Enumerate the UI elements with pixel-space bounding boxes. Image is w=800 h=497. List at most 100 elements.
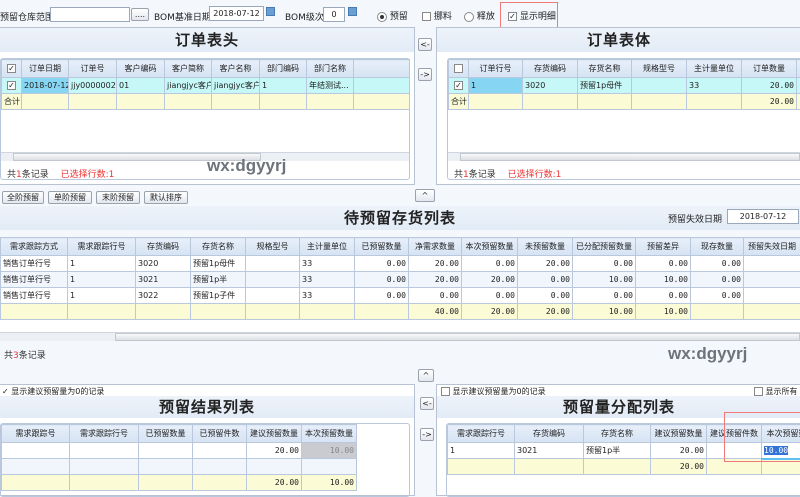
column-header[interactable]: 已预留件数 <box>193 425 247 443</box>
table-cell[interactable]: 20.00 <box>409 272 462 288</box>
select-all-checkbox[interactable]: ✓ <box>2 60 22 78</box>
table-cell[interactable]: 0.00 <box>355 256 409 272</box>
column-header[interactable]: 净需求数量 <box>409 238 462 256</box>
table-cell[interactable]: 0.00 <box>355 288 409 304</box>
table-row[interactable]: 销售订单行号13020预留1p母件330.0020.000.0020.000.0… <box>1 256 800 272</box>
table-cell[interactable]: 0.00 <box>573 288 636 304</box>
table-cell[interactable]: 预留1p母件 <box>578 78 632 94</box>
column-header[interactable]: 预留失效日期 <box>744 238 800 256</box>
warehouse-input[interactable] <box>50 7 130 22</box>
table-cell[interactable]: 0.00 <box>409 288 462 304</box>
column-header[interactable]: 客户编码 <box>117 60 165 78</box>
table-cell[interactable]: 1 <box>448 443 515 459</box>
table-cell[interactable] <box>744 288 800 304</box>
table-cell[interactable] <box>632 78 687 94</box>
table-cell[interactable]: 0.00 <box>518 272 573 288</box>
column-header[interactable]: 订单日期 <box>22 60 69 78</box>
column-header[interactable]: 存货编码 <box>136 238 191 256</box>
table-cell[interactable]: 预留1p半 <box>191 272 246 288</box>
column-header[interactable]: 订单行号 <box>469 60 523 78</box>
expire-date-input[interactable]: 2018-07-12 <box>727 209 799 224</box>
move-left-button[interactable]: <- <box>418 38 432 51</box>
table-cell[interactable]: 10.00 <box>573 272 636 288</box>
bom-level-input[interactable]: 0 <box>323 7 345 22</box>
table-cell[interactable] <box>744 256 800 272</box>
column-header[interactable]: 存货编码 <box>523 60 578 78</box>
default-sort-button[interactable]: 默认排序 <box>144 191 188 204</box>
table-cell[interactable] <box>246 272 300 288</box>
column-header[interactable]: 预留差异 <box>636 238 691 256</box>
column-header[interactable]: 存货名称 <box>191 238 246 256</box>
column-header[interactable]: 部门编码 <box>260 60 307 78</box>
table-cell[interactable]: 1 <box>260 78 307 94</box>
radio-reserve[interactable]: 预留 <box>377 9 408 22</box>
column-header[interactable]: 客户名称 <box>212 60 260 78</box>
column-header[interactable]: 存货名称 <box>584 425 651 443</box>
column-header[interactable]: 主计量单位 <box>687 60 742 78</box>
table-cell[interactable]: 1 <box>68 272 136 288</box>
table-row[interactable]: ✓13020预留1p母件3320.00 <box>449 78 800 94</box>
table-cell[interactable]: 10.00 <box>302 443 357 459</box>
row-checkbox[interactable]: ✓ <box>449 78 469 94</box>
column-header[interactable]: 需求跟踪行号 <box>448 425 515 443</box>
column-header[interactable]: 已分配预留数量 <box>573 238 636 256</box>
column-header[interactable]: 建议预留数量 <box>651 425 707 443</box>
column-header[interactable]: 规格型号 <box>246 238 300 256</box>
table-cell[interactable]: jiangjyc客户 <box>165 78 212 94</box>
table-cell[interactable]: 0.00 <box>462 288 518 304</box>
column-header[interactable]: 已预留数量 <box>139 425 193 443</box>
table-cell[interactable] <box>246 256 300 272</box>
table-row[interactable]: 20.0010.00 <box>2 443 357 459</box>
table-cell[interactable]: 01 <box>117 78 165 94</box>
move-right-button[interactable]: -> <box>418 68 432 81</box>
radio-release[interactable]: 释放 <box>464 9 495 22</box>
table-cell[interactable]: 3021 <box>136 272 191 288</box>
column-header[interactable]: 需求跟踪号 <box>2 425 70 443</box>
table-cell[interactable] <box>302 459 357 475</box>
calendar-icon[interactable] <box>266 7 275 16</box>
table-cell[interactable]: 0.00 <box>573 256 636 272</box>
table-cell[interactable]: 3021 <box>515 443 584 459</box>
column-header[interactable]: 存货编码 <box>515 425 584 443</box>
column-header[interactable]: 存货名称 <box>578 60 632 78</box>
table-cell[interactable]: 33 <box>300 256 355 272</box>
table-cell[interactable]: 33 <box>300 272 355 288</box>
table-row[interactable]: 销售订单行号13021预留1p半330.0020.0020.000.0010.0… <box>1 272 800 288</box>
table-cell[interactable]: 销售订单行号 <box>1 288 68 304</box>
table-cell[interactable] <box>139 443 193 459</box>
column-header[interactable]: 现存数量 <box>691 238 744 256</box>
table-cell[interactable]: 33 <box>300 288 355 304</box>
table-cell[interactable]: 1 <box>469 78 523 94</box>
column-header[interactable]: 已预留数量 <box>355 238 409 256</box>
table-cell[interactable]: jjy00000027 <box>69 78 117 94</box>
column-header[interactable]: 客户简称 <box>165 60 212 78</box>
table-cell[interactable]: 20.00 <box>247 443 302 459</box>
table-cell[interactable]: 预留1p半 <box>584 443 651 459</box>
table-cell[interactable]: 0.00 <box>355 272 409 288</box>
select-all-checkbox[interactable] <box>449 60 469 78</box>
column-header[interactable]: 订单数量 <box>742 60 797 78</box>
table-cell[interactable] <box>246 288 300 304</box>
table-cell[interactable] <box>193 459 247 475</box>
table-cell[interactable]: 预留1p子件 <box>191 288 246 304</box>
column-header[interactable]: 规格型号 <box>632 60 687 78</box>
table-cell[interactable]: 0.00 <box>462 256 518 272</box>
checkbox-misc[interactable]: 挪料 <box>422 9 452 22</box>
table-cell[interactable]: 2018-07-12 <box>22 78 69 94</box>
collapse-up-button[interactable]: ^ <box>418 369 434 382</box>
column-header[interactable]: 需求跟踪行号 <box>70 425 139 443</box>
table-cell[interactable]: 1 <box>68 256 136 272</box>
table-row[interactable] <box>2 459 357 475</box>
checkbox-show-detail[interactable]: ✓ 显示明细 <box>508 9 556 22</box>
column-header[interactable]: 需求跟踪方式 <box>1 238 68 256</box>
browse-button[interactable]: .... <box>131 8 149 21</box>
full-level-reserve-button[interactable]: 全阶预留 <box>2 191 44 204</box>
table-cell[interactable] <box>70 459 139 475</box>
column-header[interactable]: 本次预留数量 <box>302 425 357 443</box>
table-cell[interactable]: 20.00 <box>409 256 462 272</box>
column-header[interactable]: 未预留数量 <box>518 238 573 256</box>
table-cell[interactable] <box>2 459 70 475</box>
horizontal-scrollbar[interactable] <box>448 152 800 161</box>
table-cell[interactable]: 年结测试... <box>307 78 354 94</box>
calculator-icon[interactable] <box>348 7 357 16</box>
